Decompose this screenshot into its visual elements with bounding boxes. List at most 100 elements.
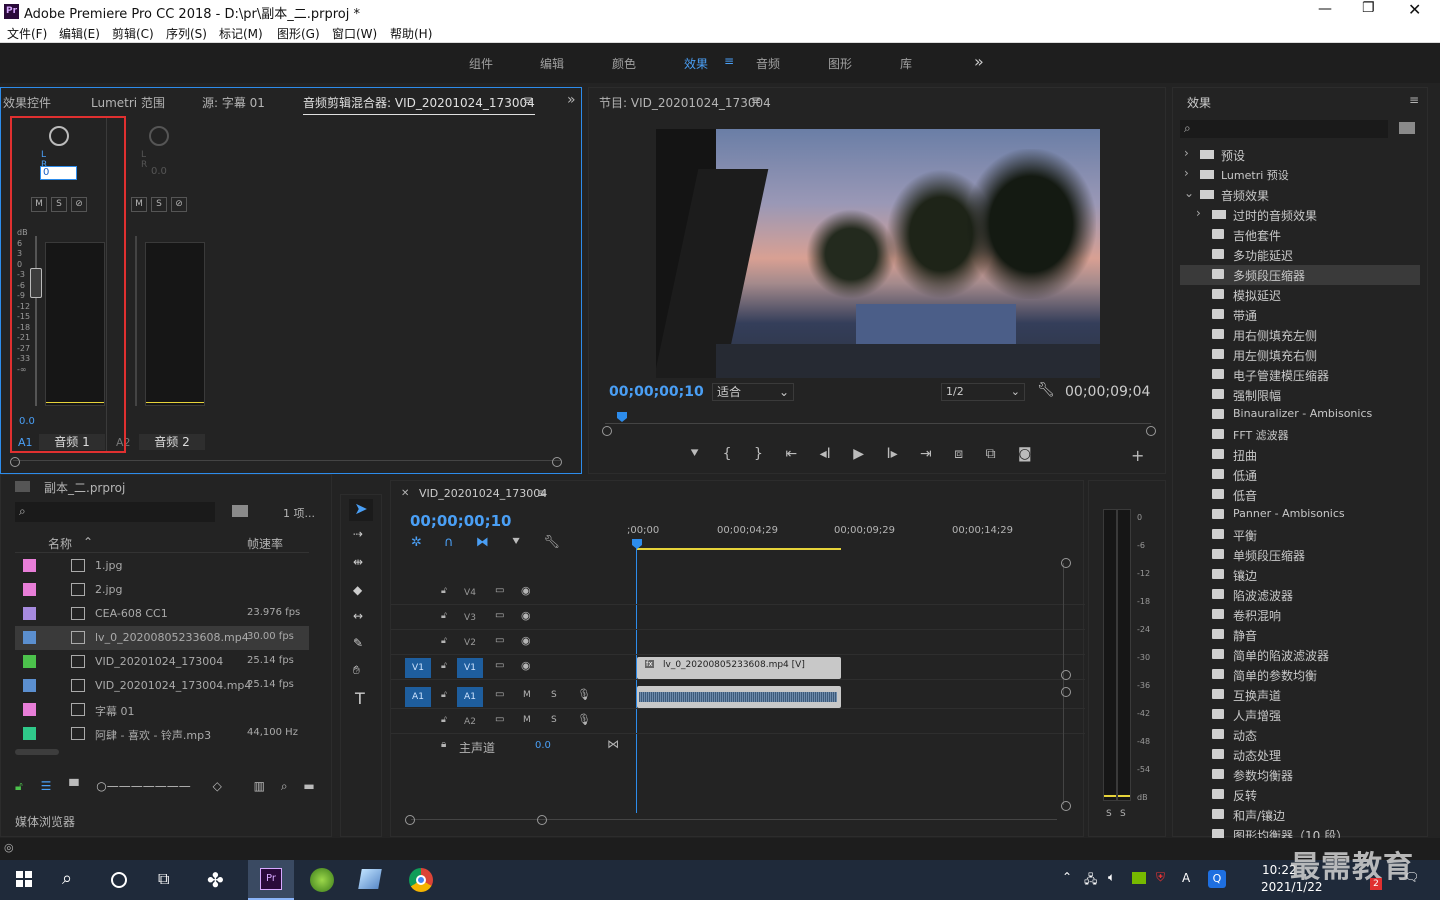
pan-knob-icon[interactable] [149,126,169,146]
track-select-tool-icon[interactable]: ⇢ [353,527,363,541]
master-value[interactable]: 0.0 [535,740,551,751]
close-icon[interactable]: ✕ [401,488,409,499]
zoom-handle-right[interactable] [1146,426,1156,436]
project-list-item[interactable]: VID_20201024_173004 25.14 fps [15,650,309,674]
network-icon[interactable]: 🖧︎ [1084,870,1097,891]
sync-lock-icon[interactable]: ▭ [495,714,504,725]
go-to-end-icon[interactable]: ⋈ [607,737,619,751]
premiere-taskbar-icon[interactable]: Pr [248,860,294,900]
effects-list-item[interactable]: › Lumetri 预设 [1180,165,1420,185]
video-clip[interactable]: fx lv_0_20200805233608.mp4 [V] [637,657,841,679]
menu-graphics[interactable]: 图形(G) [277,25,320,42]
vertical-scrollbar[interactable] [1063,563,1071,805]
lock-icon[interactable]: 🔓︎ [441,690,447,700]
pan-value[interactable]: 0.0 [151,166,167,177]
sync-lock-icon[interactable]: ▭ [495,585,504,596]
chevron-right-icon[interactable]: › [1184,146,1189,160]
melon-app-icon[interactable] [310,868,334,892]
timeline-timecode[interactable]: 00;00;00;10 [410,512,512,530]
effects-list-item[interactable]: 镶边 [1180,565,1420,585]
track-header-v4[interactable]: 🔓︎ V4 ▭ ◉ [391,581,1085,605]
effects-list-item[interactable]: 吉他套件 [1180,225,1420,245]
settings-wrench-icon[interactable]: 🔧︎ [543,535,560,550]
sync-lock-icon[interactable]: ▭ [495,689,504,700]
effects-list-item[interactable]: 低通 [1180,465,1420,485]
track-header-v2[interactable]: 🔓︎ V2 ▭ ◉ [391,631,1085,655]
icon-view-icon[interactable]: ▀ [69,779,78,793]
quality-dropdown[interactable]: 1/2 ⌄ [941,383,1025,401]
notepad-app-icon[interactable] [358,869,382,889]
track-target[interactable]: V1 [457,658,483,678]
lift-icon[interactable]: ⧈ [954,446,963,462]
effects-list-item[interactable]: 反转 [1180,785,1420,805]
hand-tool-icon[interactable]: ✋︎ [353,663,360,678]
label-color-swatch[interactable] [23,727,36,740]
eye-icon[interactable]: ◉ [521,584,531,597]
menu-edit[interactable]: 编辑(E) [59,25,100,42]
lock-icon[interactable]: 🔓︎ [441,636,447,646]
panel-menu-icon[interactable]: ≡ [523,93,533,107]
microphone-icon[interactable]: 🎙︎ [577,713,591,726]
mute-button[interactable]: M [523,715,531,725]
chevron-right-icon[interactable]: › [1196,206,1201,220]
eye-icon[interactable]: ◉ [521,609,531,622]
microphone-icon[interactable]: 🎙︎ [577,688,591,701]
effects-list-item[interactable]: 陷波滤波器 [1180,585,1420,605]
selection-tool-icon[interactable]: ➤ [349,499,373,521]
source-patch[interactable]: A1 [405,687,431,707]
effects-search-input[interactable]: ⌕ [1180,120,1388,138]
tab-lumetri-scopes[interactable]: Lumetri 范围 [91,94,165,111]
extract-icon[interactable]: ⧉ [986,446,996,462]
effects-list-item[interactable]: 静音 [1180,625,1420,645]
new-bin-icon[interactable]: ▬ [303,779,314,793]
effects-list-item[interactable]: 互换声道 [1180,685,1420,705]
label-color-swatch[interactable] [23,679,36,692]
label-color-swatch[interactable] [23,703,36,716]
solo-button[interactable]: S [551,690,557,700]
windows-start-icon[interactable] [16,871,32,887]
step-forward-icon[interactable]: I▸ [886,446,897,462]
menu-clip[interactable]: 剪辑(C) [112,25,154,42]
effects-list-item[interactable]: 动态处理 [1180,745,1420,765]
slip-tool-icon[interactable]: ↔ [353,609,363,623]
list-view-icon[interactable]: ☰ [41,779,52,793]
scroll-handle-left[interactable] [10,457,20,467]
track-header-a2[interactable]: 🔓︎ A2 ▭ M S 🎙︎ [391,710,1085,734]
tab-source[interactable]: 源: 字幕 01 [202,94,265,111]
track-header-v3[interactable]: 🔓︎ V3 ▭ ◉ [391,606,1085,630]
lock-icon[interactable]: 🔓︎ [441,715,447,725]
zoom-slider[interactable]: ○——————— [96,779,190,793]
zoom-handle-left[interactable] [405,815,415,825]
record-button[interactable]: ⊘ [171,197,187,212]
effects-title[interactable]: 效果 [1187,94,1211,111]
task-view-icon[interactable]: ⧉ [158,869,169,889]
panel-overflow-icon[interactable]: » [567,92,576,108]
menu-help[interactable]: 帮助(H) [390,25,432,42]
mute-button[interactable]: M [523,690,531,700]
effects-list-item[interactable]: 用右侧填充左侧 [1180,325,1420,345]
sync-lock-icon[interactable]: ▭ [495,635,504,646]
effects-list-item[interactable]: 平衡 [1180,525,1420,545]
find-icon[interactable]: ⌕ [281,779,288,793]
tab-effect-controls[interactable]: 效果控件 [3,94,51,111]
effects-list-item[interactable]: 带通 [1180,305,1420,325]
solo-button[interactable]: S [151,197,167,212]
effects-list-item[interactable]: 模拟延迟 [1180,285,1420,305]
lock-icon[interactable]: 🔓︎ [441,661,447,671]
track-target[interactable]: V3 [457,608,483,628]
fit-dropdown[interactable]: 适合 ⌄ [712,383,794,401]
project-list-item[interactable]: 1.jpg [15,554,309,578]
chevron-down-icon[interactable]: ⌄ [1184,186,1194,200]
add-button-icon[interactable]: + [1131,446,1144,465]
zoom-handle-right[interactable] [537,815,547,825]
panel-menu-icon[interactable]: ≡ [751,93,761,107]
workspace-editing[interactable]: 编辑 [540,55,564,72]
action-center-icon[interactable]: 🗨︎ [1404,870,1419,884]
workspace-menu-icon[interactable]: ≡ [724,54,734,68]
add-marker-icon[interactable]: ⯆ [511,535,521,550]
project-list-item[interactable]: 2.jpg [15,578,309,602]
effects-list-item[interactable]: › 预设 [1180,145,1420,165]
linked-selection-icon[interactable]: ⧓ [476,535,489,550]
effects-list-item[interactable]: Binauralizer - Ambisonics [1180,405,1420,425]
program-title[interactable]: 节目: VID_20201024_173004 [599,94,771,111]
